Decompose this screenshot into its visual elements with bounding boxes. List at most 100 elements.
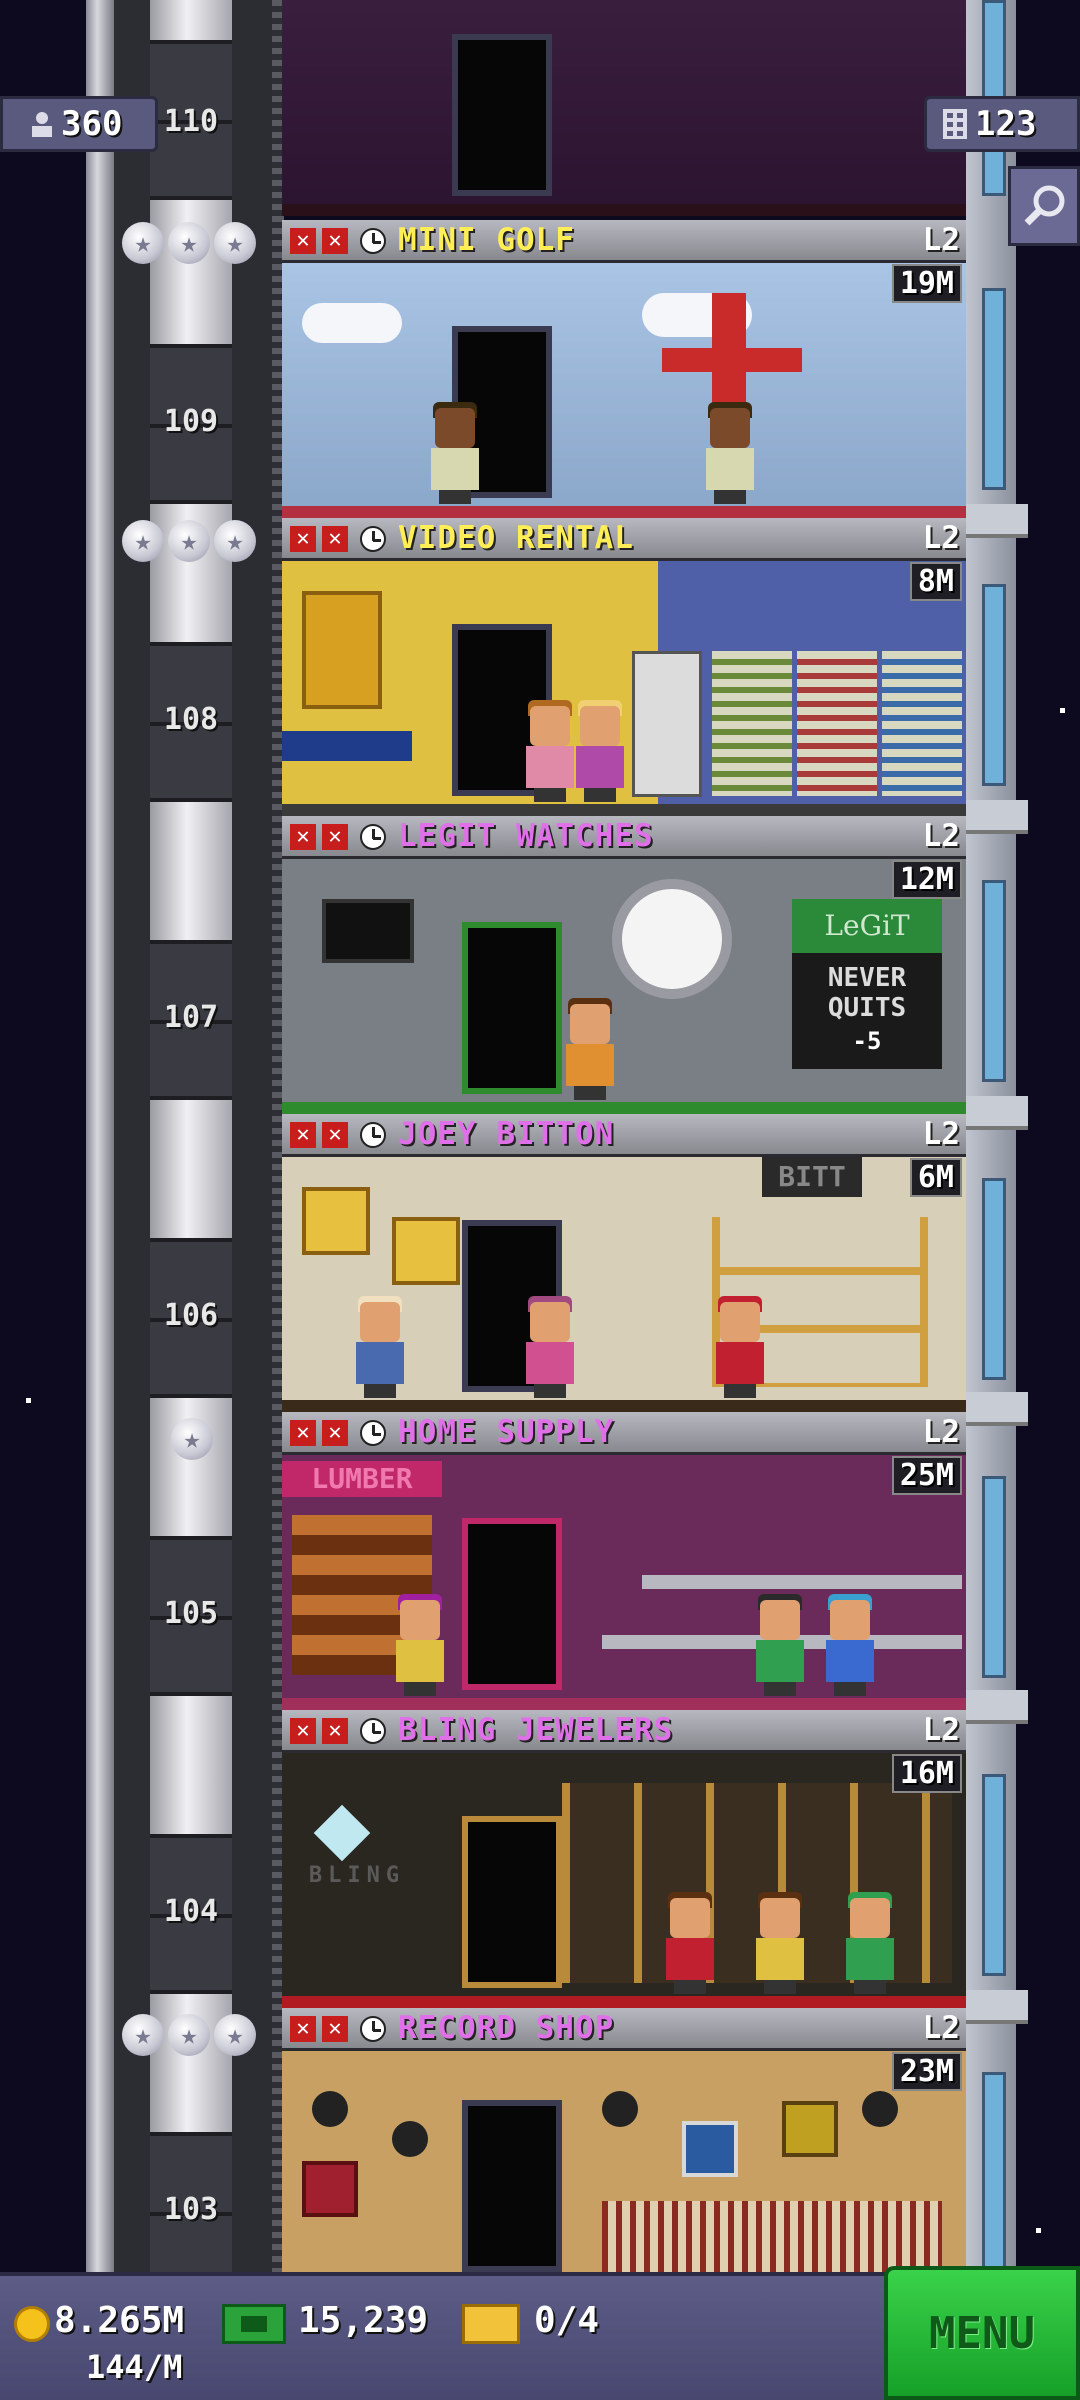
floor-room[interactable]: BITT xyxy=(282,1157,966,1412)
tower-ledge xyxy=(966,1690,1028,1724)
floor-number: 106 xyxy=(163,1298,219,1333)
windmill-decoration xyxy=(662,348,802,372)
search-icon xyxy=(1024,185,1065,226)
tower-ledge xyxy=(966,1392,1028,1426)
lumber-sign: LUMBER xyxy=(282,1461,442,1497)
poster-decoration xyxy=(302,591,382,709)
legit-sign: LeGiT NEVER QUITS -5 xyxy=(792,899,942,1069)
stock-amount: 23M xyxy=(891,2052,962,2091)
stock-amount: 8M xyxy=(909,562,962,601)
floor-109[interactable]: ✕ ✕ MINI GOLF L2 19M xyxy=(282,220,966,518)
bitton-sign: BITT xyxy=(762,1157,862,1197)
floor-door xyxy=(462,1518,562,1690)
stock-empty-icon: ✕ xyxy=(290,1420,316,1446)
star-icon: ★ xyxy=(171,1418,213,1460)
stock-amount: 25M xyxy=(891,1456,962,1495)
floor-room[interactable] xyxy=(282,263,966,518)
floor-108[interactable]: ✕ ✕ VIDEO RENTAL L2 8M xyxy=(282,518,966,816)
floor-header: ✕ ✕ LEGIT WATCHES L2 xyxy=(282,816,966,859)
tower-window xyxy=(982,1774,1006,1976)
tower-ledge xyxy=(966,1096,1028,1130)
album-frame xyxy=(302,2161,358,2217)
floor-header: ✕ ✕ JOEY BITTON L2 xyxy=(282,1114,966,1157)
floor-base xyxy=(282,204,966,216)
floor-name: RECORD SHOP xyxy=(398,2010,615,2046)
floor-header: ✕ ✕ VIDEO RENTAL L2 xyxy=(282,518,966,561)
clock-icon xyxy=(360,1718,386,1744)
floor-base xyxy=(282,1102,966,1114)
floor-106[interactable]: ✕ ✕ JOEY BITTON L2 BITT 6M xyxy=(282,1114,966,1412)
record-decoration xyxy=(392,2121,428,2157)
stock-empty-icon: ✕ xyxy=(290,526,316,552)
stock-amount: 16M xyxy=(891,1754,962,1793)
floor-door xyxy=(462,2100,562,2272)
floor-level: L2 xyxy=(922,520,960,556)
stock-empty-icon: ✕ xyxy=(290,1122,316,1148)
floor-room[interactable] xyxy=(282,561,966,816)
citizen-sprite xyxy=(522,1296,578,1398)
floor-105[interactable]: ✕ ✕ HOME SUPPLY L2 LUMBER 25M xyxy=(282,1412,966,1710)
floor-name: HOME SUPPLY xyxy=(398,1414,615,1450)
floor-level: L2 xyxy=(922,1116,960,1152)
floor-107[interactable]: ✕ ✕ LEGIT WATCHES L2 LeGiT NEVER QUITS -… xyxy=(282,816,966,1114)
floor-header: ✕ ✕ RECORD SHOP L2 xyxy=(282,2008,966,2051)
tower-window xyxy=(982,880,1006,1082)
citizen-sprite xyxy=(522,700,578,802)
floor-room[interactable]: LeGiT NEVER QUITS -5 xyxy=(282,859,966,1114)
floor-110[interactable] xyxy=(282,0,966,216)
floor-name: JOEY BITTON xyxy=(398,1116,615,1152)
floor-number: 107 xyxy=(163,1000,219,1035)
floor-104[interactable]: ✕ ✕ BLING JEWELERS L2 BLING 16M xyxy=(282,1710,966,2008)
floor-base xyxy=(282,1996,966,2008)
floor-room[interactable]: LUMBER xyxy=(282,1455,966,1710)
giant-watch xyxy=(612,879,732,999)
floor-door xyxy=(452,34,552,196)
coin-icon xyxy=(14,2306,50,2342)
legit-time-bonus: -5 xyxy=(852,1027,882,1055)
citizen-sprite xyxy=(752,1892,808,1994)
stock-amount: 6M xyxy=(909,1158,962,1197)
bux-icon xyxy=(222,2304,286,2344)
floor-base xyxy=(282,506,966,518)
star-icon: ★ xyxy=(122,520,164,562)
tickets-count: 0/4 xyxy=(534,2300,600,2341)
coins-rate: 144/M xyxy=(86,2348,183,2386)
tower-window xyxy=(982,584,1006,786)
floor-count-badge[interactable]: 123 xyxy=(924,96,1080,152)
stock-empty-icon: ✕ xyxy=(322,2016,348,2042)
stock-empty-icon: ✕ xyxy=(322,824,348,850)
floor-room[interactable] xyxy=(282,2051,966,2272)
diamond-icon xyxy=(313,1804,371,1862)
record-decoration xyxy=(602,2091,638,2127)
population-badge[interactable]: 360 xyxy=(0,96,158,152)
floor-room[interactable]: BLING xyxy=(282,1753,966,2008)
menu-button[interactable]: MENU xyxy=(884,2266,1080,2400)
star-rating: ★ ★ ★ xyxy=(122,2014,262,2056)
clock-icon xyxy=(360,526,386,552)
floor-number: 110 xyxy=(163,104,219,139)
floor-room[interactable] xyxy=(282,0,966,216)
floor-number: 104 xyxy=(163,1894,219,1929)
stock-amount: 19M xyxy=(891,264,962,303)
bux-amount: 15,239 xyxy=(298,2300,429,2341)
citizen-sprite xyxy=(842,1892,898,1994)
search-button[interactable] xyxy=(1008,166,1080,246)
clock-icon xyxy=(360,1122,386,1148)
star-icon: ★ xyxy=(214,2014,256,2056)
space-star xyxy=(26,1398,31,1403)
coins-amount: 8.265M xyxy=(54,2300,185,2341)
clock-icon xyxy=(360,1420,386,1446)
stock-empty-icon: ✕ xyxy=(290,1718,316,1744)
stock-empty-icon: ✕ xyxy=(322,526,348,552)
citizen-sprite xyxy=(712,1296,768,1398)
bling-sign: BLING xyxy=(308,1863,406,1888)
record-bins xyxy=(602,2201,942,2272)
floor-103[interactable]: ✕ ✕ RECORD SHOP L2 23M xyxy=(282,2008,966,2272)
floor-level: L2 xyxy=(922,818,960,854)
citizen-sprite xyxy=(572,700,628,802)
floor-level: L2 xyxy=(922,222,960,258)
stock-amount: 12M xyxy=(891,860,962,899)
citizen-sprite xyxy=(352,1296,408,1398)
legit-slogan: QUITS xyxy=(827,993,907,1023)
ticket-icon xyxy=(462,2304,520,2344)
